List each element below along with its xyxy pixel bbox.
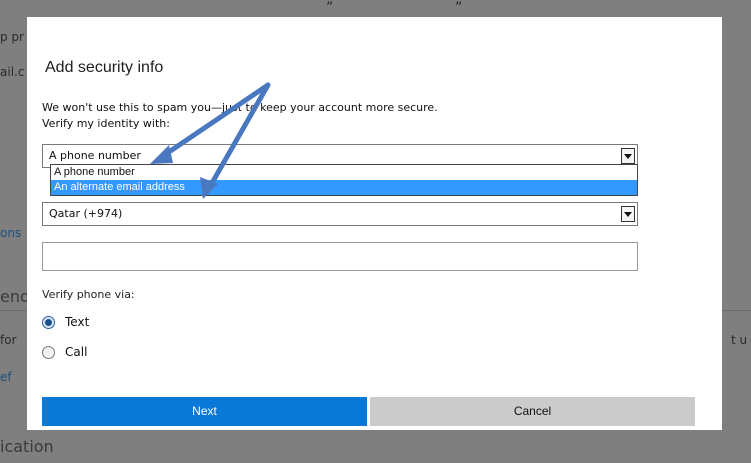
dropdown-option-email[interactable]: An alternate email address — [51, 180, 637, 195]
chevron-down-icon[interactable] — [621, 206, 635, 222]
background-heading: ication — [0, 437, 54, 456]
radio-icon[interactable] — [42, 315, 55, 329]
verification-method-dropdown[interactable]: A phone number An alternate email addres… — [50, 164, 638, 196]
radio-text-label: Text — [65, 315, 90, 329]
country-code-select[interactable]: Qatar (+974) — [42, 202, 638, 226]
phone-number-input[interactable] — [42, 242, 638, 271]
verification-method-value: A phone number — [49, 149, 141, 162]
verify-identity-label: Verify my identity with: — [42, 117, 170, 130]
background-quote-mark: ” — [326, 0, 334, 16]
radio-text-option[interactable]: Text — [42, 315, 89, 329]
dialog-title: Add security info — [45, 59, 164, 76]
radio-call-option[interactable]: Call — [42, 345, 87, 359]
intro-text: We won't use this to spam you—just to ke… — [42, 101, 438, 114]
verify-phone-label: Verify phone via: — [42, 288, 135, 301]
next-button[interactable]: Next — [42, 397, 367, 426]
background-quote-mark: ” — [455, 0, 463, 16]
background-link: ons — [0, 226, 22, 240]
background-text: ail.c — [0, 65, 25, 79]
country-code-value: Qatar (+974) — [49, 207, 123, 220]
background-text: p pr — [0, 30, 24, 44]
dropdown-option-phone[interactable]: A phone number — [51, 165, 637, 180]
background-heading: end — [0, 287, 31, 306]
radio-call-label: Call — [65, 345, 88, 359]
background-link: ef — [0, 370, 12, 384]
add-security-info-dialog: Add security info We won't use this to s… — [27, 17, 722, 430]
radio-icon[interactable] — [42, 345, 55, 359]
cancel-button[interactable]: Cancel — [370, 397, 695, 426]
chevron-down-icon[interactable] — [621, 148, 635, 164]
background-text: t u — [731, 333, 748, 347]
background-text: for — [0, 333, 17, 347]
